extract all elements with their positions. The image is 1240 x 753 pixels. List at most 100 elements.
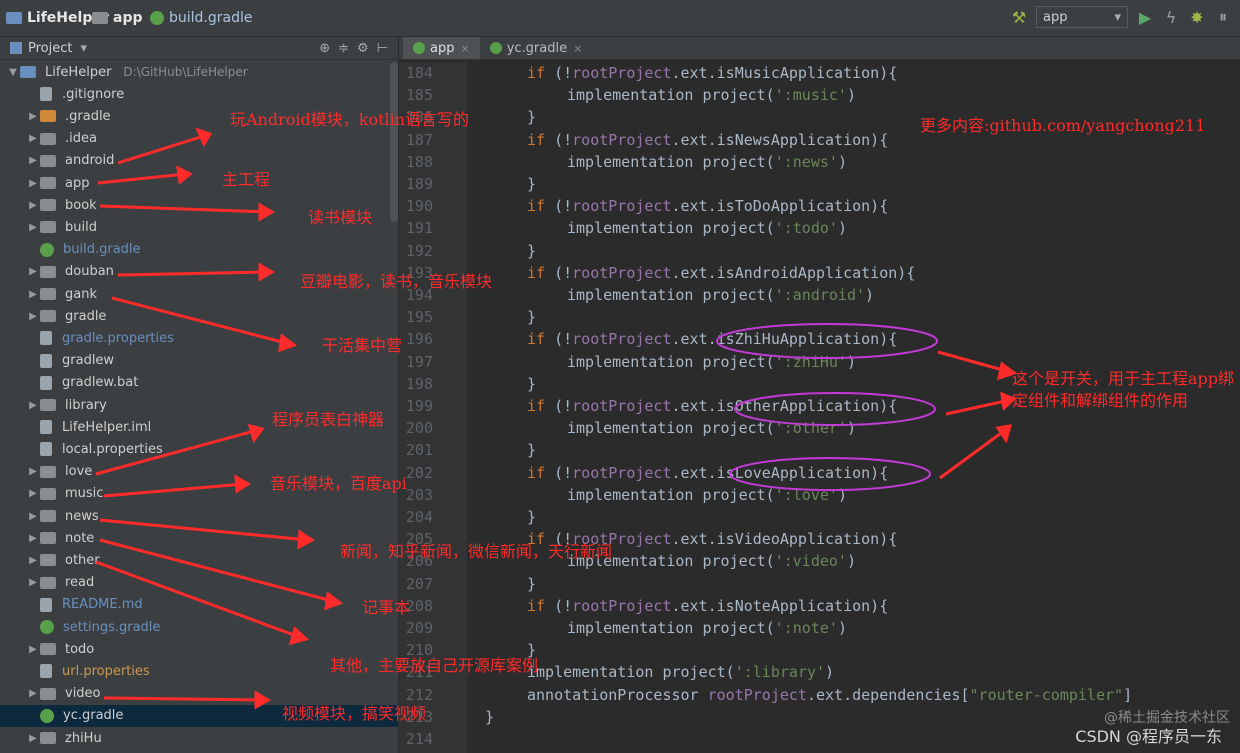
annotation-news: 新闻，知乎新闻，微信新闻，天行新闻: [340, 542, 613, 561]
project-panel-title[interactable]: Project: [28, 41, 72, 56]
code-line[interactable]: }: [527, 175, 536, 193]
code-line[interactable]: }: [527, 508, 536, 526]
collapse-icon[interactable]: ≑: [338, 41, 349, 56]
folder-icon: [20, 66, 36, 78]
lightning-icon[interactable]: ϟ: [1162, 8, 1180, 27]
tree-item[interactable]: build.gradle: [0, 239, 398, 261]
chevron-right-icon[interactable]: ▶: [26, 733, 40, 744]
code-line[interactable]: implementation project(':zhiHu'): [567, 353, 856, 371]
tree-item[interactable]: ▶ note: [0, 527, 398, 549]
stop-icon[interactable]: ⏸: [1214, 7, 1232, 26]
chevron-right-icon[interactable]: ▶: [26, 266, 40, 277]
tree-item[interactable]: ▶ zhiHu: [0, 727, 398, 749]
code-line[interactable]: if (!rootProject.ext.isAndroidApplicatio…: [527, 264, 915, 282]
tree-item[interactable]: ▶ app: [0, 172, 398, 194]
code-token: implementation project(: [567, 485, 775, 504]
code-line[interactable]: if (!rootProject.ext.isZhiHuApplication)…: [527, 330, 897, 348]
code-line[interactable]: if (!rootProject.ext.isMusicApplication)…: [527, 64, 897, 82]
code-line[interactable]: implementation project(':note'): [567, 619, 847, 637]
annotation-android: 玩Android模块，kotlin语言写的: [230, 110, 470, 129]
tree-item[interactable]: ▶ read: [0, 572, 398, 594]
chevron-right-icon[interactable]: ▶: [26, 466, 40, 477]
code-line[interactable]: if (!rootProject.ext.isNewsApplication){: [527, 131, 888, 149]
code-line[interactable]: implementation project(':other'): [567, 419, 856, 437]
chevron-right-icon[interactable]: ▶: [26, 200, 40, 211]
code-line[interactable]: if (!rootProject.ext.isNoteApplication){: [527, 597, 888, 615]
run-icon[interactable]: ▶: [1136, 8, 1154, 27]
chevron-right-icon[interactable]: ▶: [26, 555, 40, 566]
code-token: rootProject: [572, 397, 672, 415]
code-line[interactable]: implementation project(':news'): [567, 153, 847, 171]
tree-item-label: love: [65, 464, 93, 480]
chevron-right-icon[interactable]: ▶: [26, 311, 40, 322]
tree-scrollbar[interactable]: [390, 62, 398, 222]
code-line[interactable]: implementation project(':android'): [567, 286, 874, 304]
breadcrumb-file[interactable]: build.gradle: [150, 8, 253, 28]
chevron-right-icon[interactable]: ▶: [26, 688, 40, 699]
code-line[interactable]: }: [527, 108, 536, 126]
close-icon[interactable]: ×: [573, 42, 582, 55]
hammer-icon[interactable]: ⚒: [1010, 8, 1028, 27]
chevron-right-icon[interactable]: ▶: [26, 511, 40, 522]
tree-item[interactable]: ▶ android: [0, 150, 398, 172]
chevron-down-icon[interactable]: ▾: [80, 41, 87, 56]
code-line[interactable]: }: [527, 375, 536, 393]
tree-item[interactable]: .gitignore: [0, 83, 398, 105]
chevron-right-icon[interactable]: ▶: [26, 644, 40, 655]
code-token: ): [846, 552, 856, 571]
chevron-right-icon[interactable]: ▶: [26, 577, 40, 588]
breadcrumb-module-label: app: [113, 10, 143, 26]
code-line[interactable]: implementation project(':love'): [567, 486, 847, 504]
gear-icon[interactable]: ⚙: [357, 41, 369, 56]
tree-item[interactable]: settings.gradle: [0, 616, 398, 638]
code-token: .ext.isNoteApplication){: [671, 596, 889, 615]
hide-icon[interactable]: ⊢: [377, 41, 388, 56]
code-line[interactable]: }: [527, 575, 536, 593]
gradle-icon: [413, 42, 425, 54]
project-panel-header: Project ▾ ⊕ ≑ ⚙ ⊢: [0, 37, 398, 60]
chevron-right-icon[interactable]: ▶: [26, 222, 40, 233]
breadcrumb-module[interactable]: app: [92, 8, 143, 28]
chevron-right-icon[interactable]: ▶: [26, 133, 40, 144]
tree-item[interactable]: local.properties: [0, 438, 398, 460]
code-line[interactable]: }: [485, 708, 494, 726]
tree-item[interactable]: ▼ LifeHelper D:\GitHub\LifeHelper: [0, 61, 398, 83]
chevron-down-icon: ▾: [1114, 9, 1121, 25]
tree-item-label: gradle.properties: [62, 330, 174, 346]
chevron-right-icon[interactable]: ▶: [26, 289, 40, 300]
code-line[interactable]: implementation project(':music'): [567, 86, 856, 104]
tree-item[interactable]: gradlew.bat: [0, 372, 398, 394]
code-token: }: [527, 308, 537, 327]
tree-item[interactable]: ▶ .idea: [0, 128, 398, 150]
chevron-right-icon[interactable]: ▶: [26, 400, 40, 411]
folder-icon: [6, 12, 22, 24]
tree-item[interactable]: README.md: [0, 594, 398, 616]
debug-bug-icon[interactable]: ✸: [1188, 8, 1206, 27]
tree-item[interactable]: ▶ news: [0, 505, 398, 527]
code-token: ':todo': [774, 219, 838, 238]
locate-icon[interactable]: ⊕: [319, 41, 330, 56]
code-token: }: [527, 108, 537, 127]
chevron-right-icon[interactable]: ▶: [26, 155, 40, 166]
code-line[interactable]: implementation project(':todo'): [567, 219, 847, 237]
close-icon[interactable]: ×: [460, 42, 469, 55]
editor-tab[interactable]: app ×: [403, 37, 480, 59]
code-line[interactable]: if (!rootProject.ext.isOtherApplication)…: [527, 397, 897, 415]
editor-tab[interactable]: yc.gradle ×: [480, 37, 593, 59]
code-line[interactable]: annotationProcessor rootProject.ext.depe…: [527, 686, 1132, 704]
chevron-right-icon[interactable]: ▶: [26, 533, 40, 544]
code-line[interactable]: }: [527, 441, 536, 459]
chevron-right-icon[interactable]: ▶: [26, 178, 40, 189]
code-token: (!: [554, 64, 573, 82]
run-config-select[interactable]: app ▾: [1036, 6, 1128, 28]
chevron-right-icon[interactable]: ▶: [26, 111, 40, 122]
tree-item[interactable]: ▶ other: [0, 549, 398, 571]
code-line[interactable]: }: [527, 308, 536, 326]
chevron-right-icon[interactable]: ▶: [26, 488, 40, 499]
code-line[interactable]: if (!rootProject.ext.isToDoApplication){: [527, 197, 888, 215]
code-line[interactable]: }: [527, 242, 536, 260]
code-line[interactable]: if (!rootProject.ext.isLoveApplication){: [527, 464, 888, 482]
chevron-down-icon[interactable]: ▼: [6, 67, 20, 78]
tree-item[interactable]: ▶ gradle: [0, 305, 398, 327]
code-line[interactable]: implementation project(':library'): [527, 663, 834, 681]
